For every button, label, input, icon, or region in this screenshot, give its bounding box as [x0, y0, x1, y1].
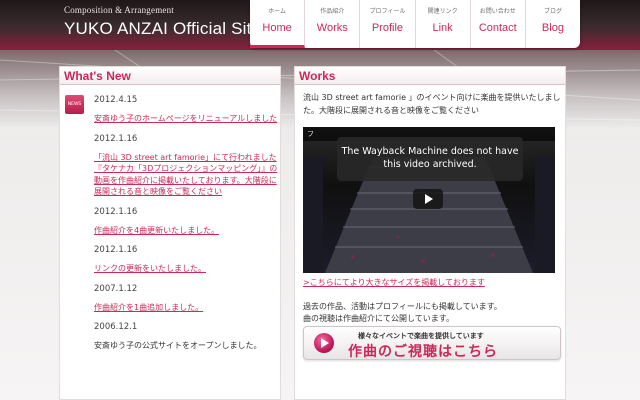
news-link[interactable]: 「流山 3D street art famorie」にて行われました『タケナカ「… [94, 152, 278, 198]
nav-contact-en: Contact [478, 22, 517, 34]
news-text: 安斎ゆう子の公式サイトをオープンしました。 [94, 341, 262, 350]
nav-item-profile[interactable]: プロフィール Profile [360, 0, 416, 48]
news-date: 2012.1.16 [94, 245, 138, 255]
larger-video-link[interactable]: >こちらにてより大きなサイズを掲載しております [303, 277, 485, 288]
works-intro-text: 流山 3D street art famorie 」のイベント向けに楽曲を提供い… [303, 93, 561, 115]
nav-blog-en: Blog [541, 22, 564, 34]
brand-subtitle: Composition & Arrangement [64, 5, 174, 15]
works-past-text: 過去の作品、活動はプロフィールにも掲載しています。 曲の視聴は作曲紹介にて公開し… [303, 301, 561, 325]
news-date: 2006.12.1 [94, 322, 138, 332]
news-link[interactable]: リンクの更新をいたしました。 [94, 263, 278, 275]
banner-headline: 作曲のご視聴はこちら [348, 344, 498, 360]
nav-profile-jp: プロフィール [369, 8, 406, 15]
nav-works-en: Works [316, 22, 348, 34]
nav-item-works[interactable]: 作品紹介 Works [305, 0, 361, 48]
listen-banner-button[interactable]: 様々なイベントで楽曲を提供しています 作曲のご視聴はこちら [303, 326, 561, 360]
site-header: Composition & Arrangement YUKO ANZAI Off… [0, 0, 640, 50]
whats-new-panel: What's New NEWS 2012.4.15 安斎ゆう子のホームページをリ… [59, 66, 281, 400]
nav-blog-jp: ブログ [543, 8, 562, 15]
news-link[interactable]: 安斎ゆう子のホームページをリニューアルしました [94, 113, 278, 125]
news-link[interactable]: 作曲紹介を4曲更新いたしました。 [94, 225, 278, 237]
nav-item-contact[interactable]: お問い合わせ Contact [471, 0, 526, 48]
site-logo-title[interactable]: YUKO ANZAI Official Site [64, 19, 261, 39]
nav-link-en: Link [432, 22, 453, 34]
play-icon[interactable] [413, 189, 443, 209]
news-date: 2007.1.12 [94, 283, 138, 294]
wayback-message: The Wayback Machine does not have this v… [337, 137, 523, 181]
news-link[interactable]: 作曲紹介を1曲追加しました。 [94, 302, 278, 314]
works-title: Works [295, 67, 565, 85]
works-past-line1: 過去の作品、活動はプロフィールにも掲載しています。 [303, 302, 502, 311]
news-date: 2012.4.15 [94, 95, 138, 105]
nav-link-jp: 関連リンク [427, 8, 458, 15]
banner-caption: 様々なイベントで楽曲を提供しています [358, 332, 484, 340]
nav-profile-en: Profile [371, 22, 404, 34]
works-panel: Works 流山 3D street art famorie 」のイベント向けに… [294, 66, 566, 400]
works-past-line2: 曲の視聴は作曲紹介にて公開しています。 [303, 314, 454, 323]
nav-contact-jp: お問い合わせ [479, 8, 516, 15]
news-badge-icon: NEWS [65, 95, 84, 114]
nav-item-home[interactable]: ホーム Home [250, 0, 306, 48]
nav-home-jp: ホーム [268, 8, 286, 15]
nav-home-en: Home [262, 22, 292, 34]
play-circle-icon [314, 333, 334, 353]
main-nav: ホーム Home 作品紹介 Works プロフィール Profile 関連リンク… [250, 0, 580, 48]
nav-item-link[interactable]: 関連リンク Link [416, 0, 471, 48]
news-list: 2012.4.15 安斎ゆう子のホームページをリニューアルしました 2012.1… [94, 91, 278, 352]
video-player[interactable]: フ The Wayback Machine does not have this… [303, 127, 555, 273]
news-date: 2012.1.16 [94, 206, 138, 217]
nav-works-jp: 作品紹介 [320, 8, 345, 15]
nav-item-blog[interactable]: ブログ Blog [526, 0, 580, 48]
whats-new-title: What's New [60, 67, 280, 85]
news-date: 2012.1.16 [94, 133, 138, 144]
